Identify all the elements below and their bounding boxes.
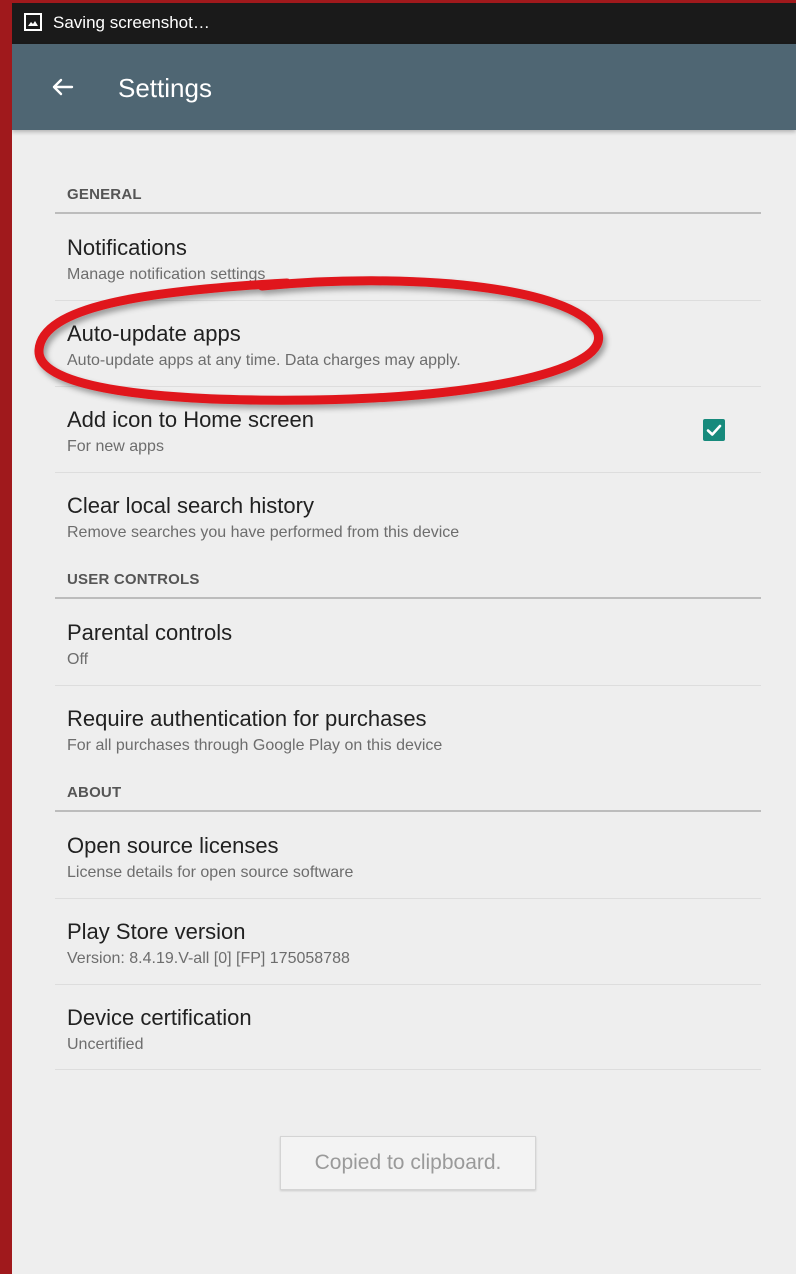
setting-require-authentication[interactable]: Require authentication for purchases For… — [55, 686, 761, 770]
checkmark-icon — [706, 424, 722, 436]
setting-subtitle: Manage notification settings — [67, 266, 266, 283]
setting-subtitle: Uncertified — [67, 1036, 144, 1053]
section-label: ABOUT — [67, 784, 122, 801]
app-bar: Settings — [12, 44, 796, 130]
setting-auto-update-apps[interactable]: Auto-update apps Auto-update apps at any… — [55, 301, 761, 387]
section-header-general: GENERAL — [55, 172, 761, 214]
page-title: Settings — [118, 73, 212, 103]
setting-subtitle: Remove searches you have performed from … — [67, 524, 460, 541]
setting-device-certification[interactable]: Device certification Uncertified — [55, 985, 761, 1070]
setting-title: Open source licenses — [67, 833, 279, 858]
setting-open-source-licenses[interactable]: Open source licenses License details for… — [55, 813, 761, 899]
section-label: USER CONTROLS — [67, 571, 200, 588]
arrow-back-icon — [52, 78, 74, 96]
setting-title: Clear local search history — [67, 493, 314, 518]
status-text: Saving screenshot… — [53, 13, 210, 32]
toast-message: Copied to clipboard. — [280, 1136, 536, 1190]
setting-title: Parental controls — [67, 620, 233, 645]
back-button[interactable] — [42, 67, 82, 107]
settings-list: GENERAL Notifications Manage notificatio… — [12, 130, 796, 1274]
setting-add-icon-home-screen[interactable]: Add icon to Home screen For new apps — [55, 387, 761, 473]
setting-title: Device certification — [67, 1005, 252, 1030]
setting-parental-controls[interactable]: Parental controls Off — [55, 600, 761, 686]
add-icon-checkbox[interactable] — [703, 419, 725, 441]
setting-title: Play Store version — [67, 919, 246, 944]
status-bar: Saving screenshot… — [12, 3, 796, 44]
toast-text: Copied to clipboard. — [314, 1151, 502, 1174]
setting-notifications[interactable]: Notifications Manage notification settin… — [55, 215, 761, 301]
setting-subtitle: Version: 8.4.19.V-all [0] [FP] 175058788 — [67, 950, 350, 967]
setting-subtitle: For all purchases through Google Play on… — [67, 737, 443, 754]
section-header-user-controls: USER CONTROLS — [55, 557, 761, 599]
setting-subtitle: For new apps — [67, 438, 164, 455]
setting-subtitle: Off — [67, 651, 89, 668]
setting-subtitle: License details for open source software — [67, 864, 354, 881]
screenshot-icon — [24, 13, 42, 31]
screenshot-frame: Saving screenshot… Settings GENERAL Noti… — [0, 0, 796, 1274]
setting-title: Require authentication for purchases — [67, 706, 427, 731]
setting-clear-search-history[interactable]: Clear local search history Remove search… — [55, 473, 761, 557]
section-header-about: ABOUT — [55, 770, 761, 812]
setting-title: Notifications — [67, 235, 187, 260]
setting-play-store-version[interactable]: Play Store version Version: 8.4.19.V-all… — [55, 899, 761, 985]
setting-subtitle: Auto-update apps at any time. Data charg… — [67, 352, 461, 369]
section-label: GENERAL — [67, 186, 142, 203]
setting-title: Auto-update apps — [67, 321, 241, 346]
setting-title: Add icon to Home screen — [67, 407, 315, 432]
